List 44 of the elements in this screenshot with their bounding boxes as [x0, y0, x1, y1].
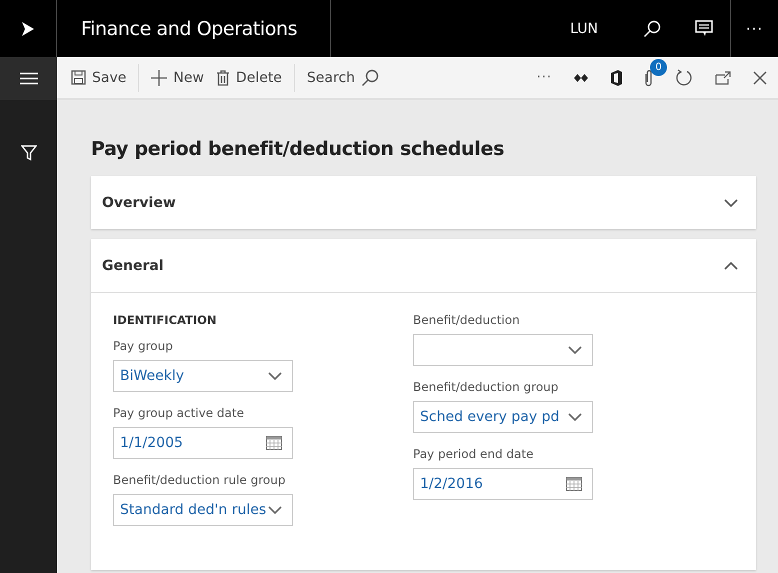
trash-icon — [216, 70, 230, 86]
search-icon[interactable] — [643, 20, 661, 38]
calendar-icon[interactable] — [566, 477, 582, 491]
save-icon — [71, 70, 86, 85]
logo-icon[interactable] — [21, 20, 35, 36]
attachment-count-badge: 0 — [650, 58, 667, 76]
dropdown-field[interactable]: BiWeekly — [113, 360, 293, 392]
date-field[interactable]: 1/2/2016 — [413, 468, 593, 500]
dropdown-field[interactable]: Sched every pay pd — [413, 401, 593, 433]
section-title: Overview — [102, 194, 176, 210]
diamonds-icon[interactable] — [574, 72, 588, 82]
delete-button[interactable]: Delete — [210, 62, 288, 94]
close-icon[interactable] — [753, 70, 767, 84]
office-icon[interactable] — [610, 70, 622, 86]
field-label: Pay group active date — [113, 406, 245, 422]
dropdown-field[interactable] — [413, 334, 593, 366]
chevron-down-icon[interactable] — [724, 198, 738, 206]
group-heading: IDENTIFICATION — [113, 313, 218, 327]
search-icon[interactable] — [361, 68, 380, 86]
page-title: Pay period benefit/deduction schedules — [91, 138, 506, 160]
chat-icon[interactable] — [695, 20, 713, 37]
open-in-new-window-icon[interactable] — [715, 70, 731, 84]
more-button[interactable]: ··· — [536, 70, 552, 85]
section-title: General — [102, 258, 164, 274]
search-label[interactable]: Search — [300, 70, 362, 86]
section-header[interactable]: Overview — [91, 176, 756, 229]
company-label[interactable]: LUN — [570, 20, 598, 36]
field-label: Benefit/deduction group — [413, 380, 560, 396]
dropdown-field[interactable]: Standard ded'n rules — [113, 494, 293, 526]
chevron-up-icon[interactable] — [724, 262, 738, 270]
menu-icon[interactable] — [20, 72, 38, 85]
plus-icon — [151, 70, 168, 86]
field-label: Benefit/deduction rule group — [113, 473, 286, 489]
field-label: Pay period end date — [413, 447, 534, 463]
filter-icon[interactable] — [20, 145, 36, 161]
date-field[interactable]: 1/1/2005 — [113, 427, 293, 459]
paperclip-icon[interactable] — [644, 68, 653, 86]
refresh-icon[interactable] — [675, 68, 693, 86]
field-label: Pay group — [113, 339, 174, 355]
calendar-icon[interactable] — [266, 436, 282, 450]
section-header[interactable]: General — [91, 239, 756, 292]
field-label: Benefit/deduction — [413, 313, 521, 329]
save-button[interactable]: Save — [65, 62, 132, 94]
new-button[interactable]: New — [145, 62, 210, 94]
